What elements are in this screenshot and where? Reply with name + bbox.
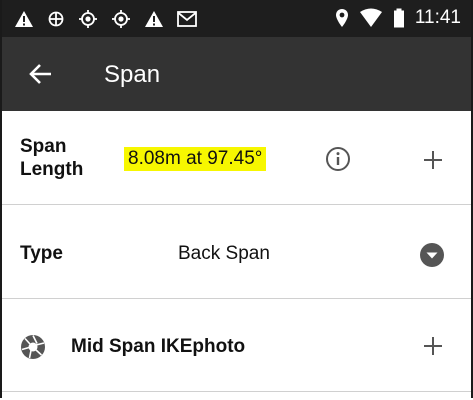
mid-span-photo-label: Mid Span IKEphoto: [71, 336, 246, 357]
plus-icon: [424, 151, 442, 169]
battery-icon: [393, 8, 404, 28]
type-dropdown-button[interactable]: [419, 242, 445, 273]
screen: 11:41 Span Span Length 8.08m at 97.45° T…: [0, 0, 473, 398]
notification-icons: [14, 9, 197, 29]
warning-icon: [15, 11, 33, 27]
back-button[interactable]: [26, 59, 56, 89]
camera-aperture-icon: [20, 334, 46, 365]
system-icons: 11:41: [335, 8, 461, 28]
span-length-row: Span Length 8.08m at 97.45°: [2, 111, 471, 205]
chevron-down-circle-icon: [420, 243, 444, 267]
type-select-value[interactable]: Back Span: [178, 242, 270, 265]
span-length-label: Span Length: [20, 136, 84, 180]
warning-icon: [145, 11, 163, 27]
add-mid-span-photo-button[interactable]: [422, 335, 444, 362]
span-length-value: 8.08m at 97.45°: [124, 147, 267, 171]
info-icon: [326, 147, 350, 171]
gmail-icon: [177, 11, 197, 27]
app-bar: Span: [2, 37, 471, 111]
page-title: Span: [104, 61, 161, 88]
arrow-left-icon: [29, 64, 51, 84]
type-label: Type: [20, 243, 63, 264]
status-clock: 11:41: [414, 7, 461, 28]
status-bar: 11:41: [2, 0, 471, 37]
location-target-icon: [79, 10, 97, 28]
location-target-icon: [112, 10, 130, 28]
plus-icon: [424, 337, 442, 355]
add-span-length-button[interactable]: [422, 149, 444, 176]
type-row[interactable]: Type Back Span: [2, 205, 471, 299]
mid-span-photo-row: Mid Span IKEphoto: [2, 299, 471, 392]
gps-crosshair-icon: [48, 11, 64, 27]
wifi-icon: [359, 8, 382, 27]
info-button[interactable]: [325, 146, 351, 177]
location-pin-icon: [335, 9, 348, 27]
